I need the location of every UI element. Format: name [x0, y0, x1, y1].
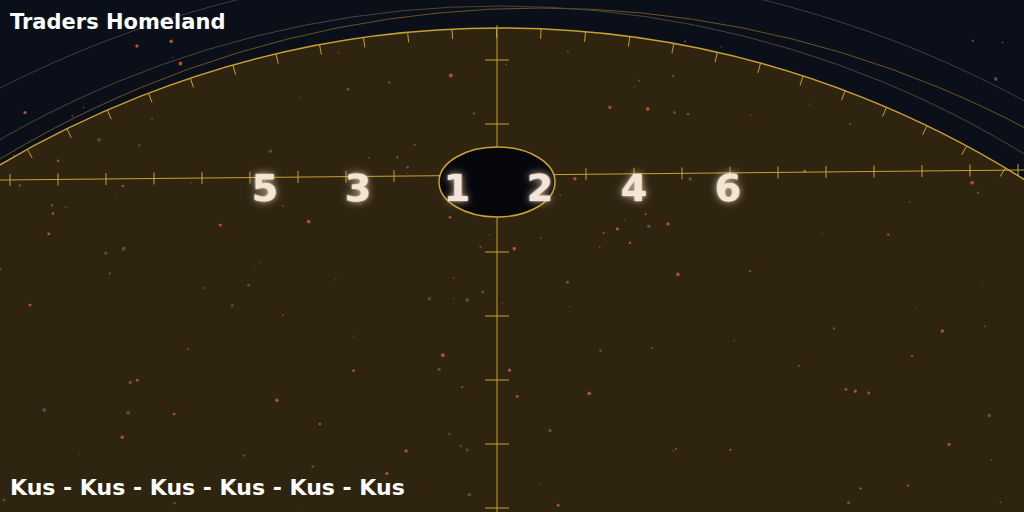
ship-marker[interactable]: 3: [328, 168, 388, 210]
sector-map: Traders Homeland 531246 Kus - Kus - Kus - …: [0, 0, 1024, 512]
route-label: Kus - Kus - Kus - Kus - Kus - Kus: [10, 475, 405, 500]
outer-ring: [0, 8, 1024, 512]
outer-ring: [0, 0, 1024, 512]
map-title: Traders Homeland: [10, 10, 225, 34]
ship-marker[interactable]: 5: [235, 168, 295, 210]
debris-field: [0, 40, 1003, 510]
ship-marker[interactable]: 1: [427, 168, 487, 210]
ship-marker[interactable]: 4: [604, 168, 664, 210]
outer-ring: [0, 6, 1024, 512]
sector-zone: [0, 28, 1024, 512]
ship-marker[interactable]: 6: [698, 168, 758, 210]
vertical-axis: [497, 25, 498, 512]
map-canvas[interactable]: [0, 0, 1024, 512]
ship-marker[interactable]: 2: [510, 168, 570, 210]
